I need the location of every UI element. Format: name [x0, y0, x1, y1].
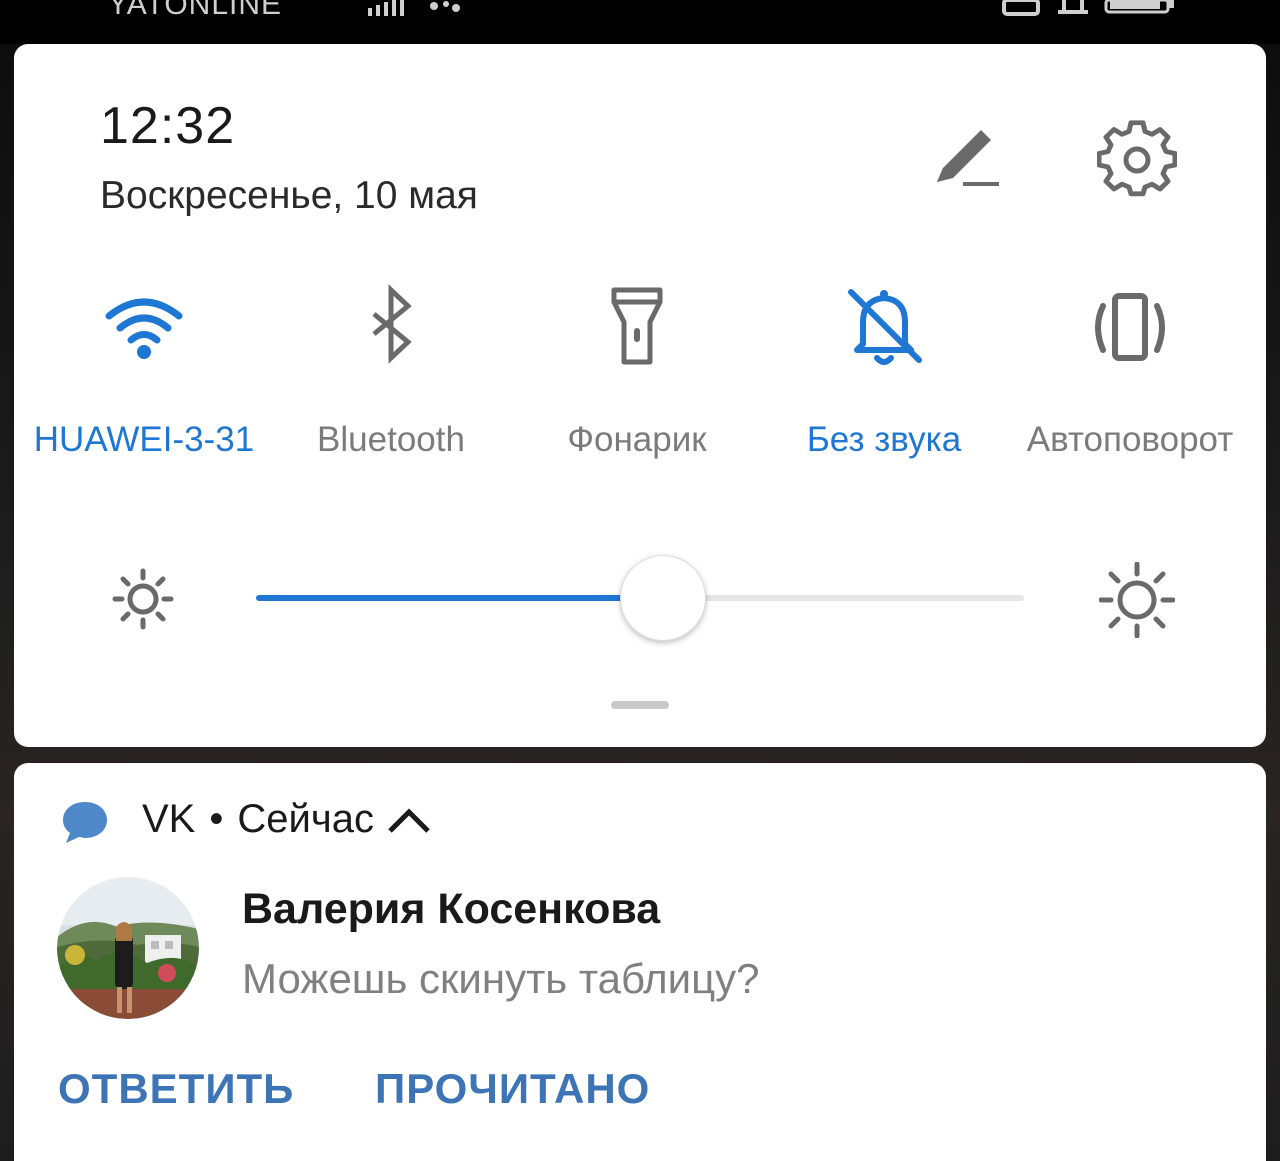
wifi-icon: [105, 298, 183, 359]
battery-icon: [1104, 0, 1174, 14]
panel-drag-handle[interactable]: [611, 701, 669, 709]
brightness-slider-fill: [256, 595, 664, 601]
edit-icon[interactable]: [929, 124, 1003, 198]
data-activity-icon: [430, 1, 460, 12]
tile-auto-rotate-label: Автоповорот: [1026, 420, 1234, 459]
tile-silent[interactable]: Без звука: [764, 284, 1004, 474]
app-name: VK: [142, 797, 196, 841]
clock-time[interactable]: 12:32: [100, 96, 235, 156]
brightness-slider-thumb[interactable]: [620, 555, 707, 641]
bell-off-icon: [848, 289, 922, 365]
quick-settings-panel: 12:32 Воскресенье, 10 мая HUAWEI-3-31 Bl…: [14, 44, 1266, 747]
tile-wifi-label: HUAWEI-3-31: [33, 420, 255, 459]
auto-rotate-icon: [1095, 293, 1165, 361]
notification-shade: YATONLINE 12:32 Воскресенье, 10 мая HUAW…: [0, 0, 1280, 1161]
tile-auto-rotate[interactable]: Автоповорот: [1010, 284, 1250, 474]
flashlight-icon: [611, 287, 663, 365]
status-bar: YATONLINE: [0, 0, 1280, 44]
avatar: [57, 877, 199, 1019]
tile-silent-label: Без звука: [806, 420, 962, 459]
tile-flashlight-label: Фонарик: [567, 420, 707, 459]
message-preview: Можешь скинуть таблицу?: [242, 955, 760, 1002]
header-separator: •: [209, 797, 224, 841]
notification-header: VK • Сейчас: [142, 797, 432, 842]
tile-bluetooth[interactable]: Bluetooth: [271, 284, 511, 474]
notification-time: Сейчас: [237, 797, 374, 841]
settings-gear-icon[interactable]: [1097, 120, 1177, 200]
nfc-icon: [1002, 0, 1040, 16]
brightness-high-icon: [1099, 562, 1175, 638]
mark-read-button[interactable]: ПРОЧИТАНО: [375, 1065, 650, 1113]
vk-notification[interactable]: VK • Сейчас Валерия Косенкова Можешь ски…: [14, 763, 1266, 1161]
tile-wifi[interactable]: HUAWEI-3-31: [24, 284, 264, 474]
sender-name: Валерия Косенкова: [242, 885, 661, 933]
tile-flashlight[interactable]: Фонарик: [517, 284, 757, 474]
brightness-low-icon: [112, 568, 174, 630]
chat-bubble-icon: [63, 802, 107, 843]
date-label[interactable]: Воскресенье, 10 мая: [100, 174, 478, 218]
chevron-up-icon[interactable]: [386, 805, 432, 835]
reply-button[interactable]: ОТВЕТИТЬ: [58, 1065, 294, 1113]
silent-bell-icon: [1058, 0, 1088, 14]
bluetooth-icon: [372, 284, 412, 364]
tile-bluetooth-label: Bluetooth: [317, 420, 465, 459]
carrier-name: YATONLINE: [108, 0, 283, 21]
signal-icon: [368, 0, 404, 16]
brightness-slider[interactable]: [256, 555, 1024, 641]
